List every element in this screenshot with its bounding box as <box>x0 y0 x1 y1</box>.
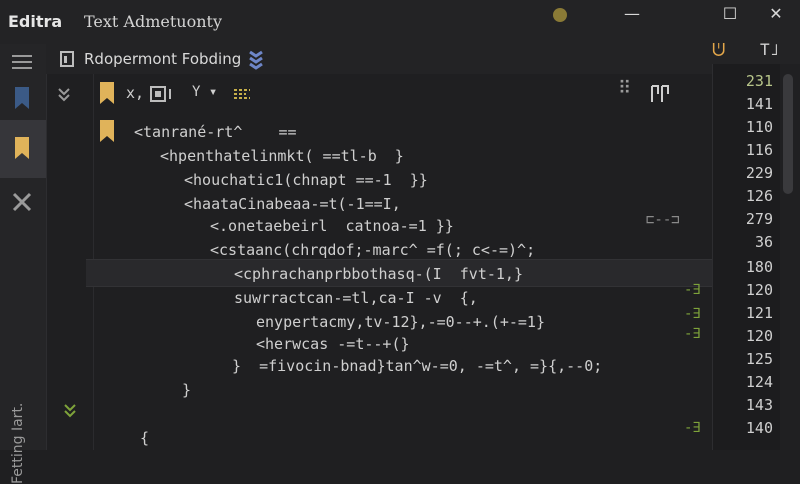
window-title: Text Admetuonty <box>84 12 223 31</box>
line-number: 110 <box>745 118 773 136</box>
fold-marker[interactable]: ⊏--⊐ <box>646 212 680 228</box>
title-bar: Editra Text Admetuonty — ☐ ✕ <box>0 0 800 45</box>
code-line[interactable]: <hpenthatelinmkt( ==tl-b } <box>160 146 404 166</box>
code-line[interactable]: <cstaanc(chrqdof;-marc^ =f(; c<-=)^; <box>210 240 535 260</box>
close-button[interactable]: ✕ <box>762 3 790 25</box>
app-name: Editra <box>8 12 63 31</box>
frame-icon[interactable] <box>150 86 176 102</box>
code-line[interactable]: { <box>140 428 149 448</box>
line-number: 229 <box>745 164 773 182</box>
collapse-icon[interactable] <box>56 86 72 102</box>
code-line[interactable]: <tanrané-rt^ == <box>134 122 297 142</box>
code-line[interactable]: } =fivocin-bnad}tan^w-=0, -=t^, =}{,--0; <box>232 356 602 376</box>
code-line[interactable]: <haataCinabeaa-=t(-1==I, <box>184 194 401 214</box>
gutter-border <box>46 74 47 450</box>
line-number: 141 <box>745 95 773 113</box>
scrollbar-thumb[interactable] <box>783 74 793 194</box>
layers-icon[interactable] <box>246 48 266 70</box>
bookmark-icon[interactable] <box>8 134 36 162</box>
code-line[interactable]: <.onetaebeirl catnoa-=1 }} <box>210 216 454 236</box>
editor-toolbar: x, Y ▾ ⠿ <box>46 74 712 114</box>
drag-handle-icon[interactable]: ⠿ <box>618 78 631 99</box>
line-number: 124 <box>745 373 773 391</box>
expand-icon[interactable] <box>62 402 78 418</box>
line-number: 279 <box>745 210 773 228</box>
line-number: 116 <box>745 141 773 159</box>
maximize-button[interactable]: ☐ <box>716 3 744 25</box>
code-line[interactable]: enypertacmy,tv-12},-=0--+.(+-=1} <box>256 312 545 332</box>
sync-icon[interactable]: ᕫ <box>712 40 725 61</box>
line-number: 140 <box>745 419 773 437</box>
bookmark-list-icon[interactable] <box>8 84 36 112</box>
line-number: 180 <box>745 258 773 276</box>
filter-dropdown[interactable]: Y ▾ <box>192 84 217 100</box>
code-line[interactable]: } <box>182 380 191 400</box>
minimize-button[interactable]: — <box>618 3 646 25</box>
fold-marker[interactable]: -∃ <box>684 326 701 342</box>
line-number: 143 <box>745 396 773 414</box>
fold-marker[interactable]: -∃ <box>684 282 701 298</box>
bookmark-toolbar-icon[interactable] <box>100 82 114 104</box>
line-number-gutter: 231 141 110 116 229 126 279 36 180 120 1… <box>712 64 781 450</box>
sidebar-vertical-label: Fetting Iart. <box>10 402 26 484</box>
text-format-icon[interactable]: T˩ <box>760 40 779 59</box>
code-line[interactable]: suwrractcan-=tl,ca-I -v {, <box>234 288 478 308</box>
code-line[interactable]: <houchatic1(chnapt ==-1 }} <box>184 170 428 190</box>
status-dot-icon <box>553 8 567 22</box>
code-line[interactable]: <herwcas -=t--+(} <box>256 334 410 354</box>
vertical-scrollbar[interactable] <box>780 64 800 450</box>
split-view-icon[interactable] <box>650 84 670 104</box>
line-number: 126 <box>745 187 773 205</box>
line-number: 120 <box>745 327 773 345</box>
x-tool-label[interactable]: x, <box>126 84 144 102</box>
activity-sidebar: Fetting Iart. <box>0 44 47 484</box>
line-number: 125 <box>745 350 773 368</box>
fold-marker[interactable]: -∃ <box>684 420 701 436</box>
file-icon <box>60 51 74 67</box>
list-tool-icon[interactable] <box>232 86 252 102</box>
tab-title[interactable]: Rdopermont Fobding <box>84 50 241 68</box>
line-number: 231 <box>745 72 773 90</box>
code-line[interactable]: <cphrachanprbbothasq-(I fvt-1,} <box>234 264 523 284</box>
tab-bar: Rdopermont Fobding ᕫ T˩ <box>46 40 800 74</box>
line-bookmark-icon[interactable] <box>100 120 114 142</box>
line-number: 36 <box>754 233 773 251</box>
close-panel-icon[interactable] <box>8 188 36 216</box>
menu-icon[interactable] <box>8 48 36 76</box>
line-number: 121 <box>745 304 773 322</box>
line-number: 120 <box>745 281 773 299</box>
fold-marker[interactable]: -∃ <box>684 306 701 322</box>
